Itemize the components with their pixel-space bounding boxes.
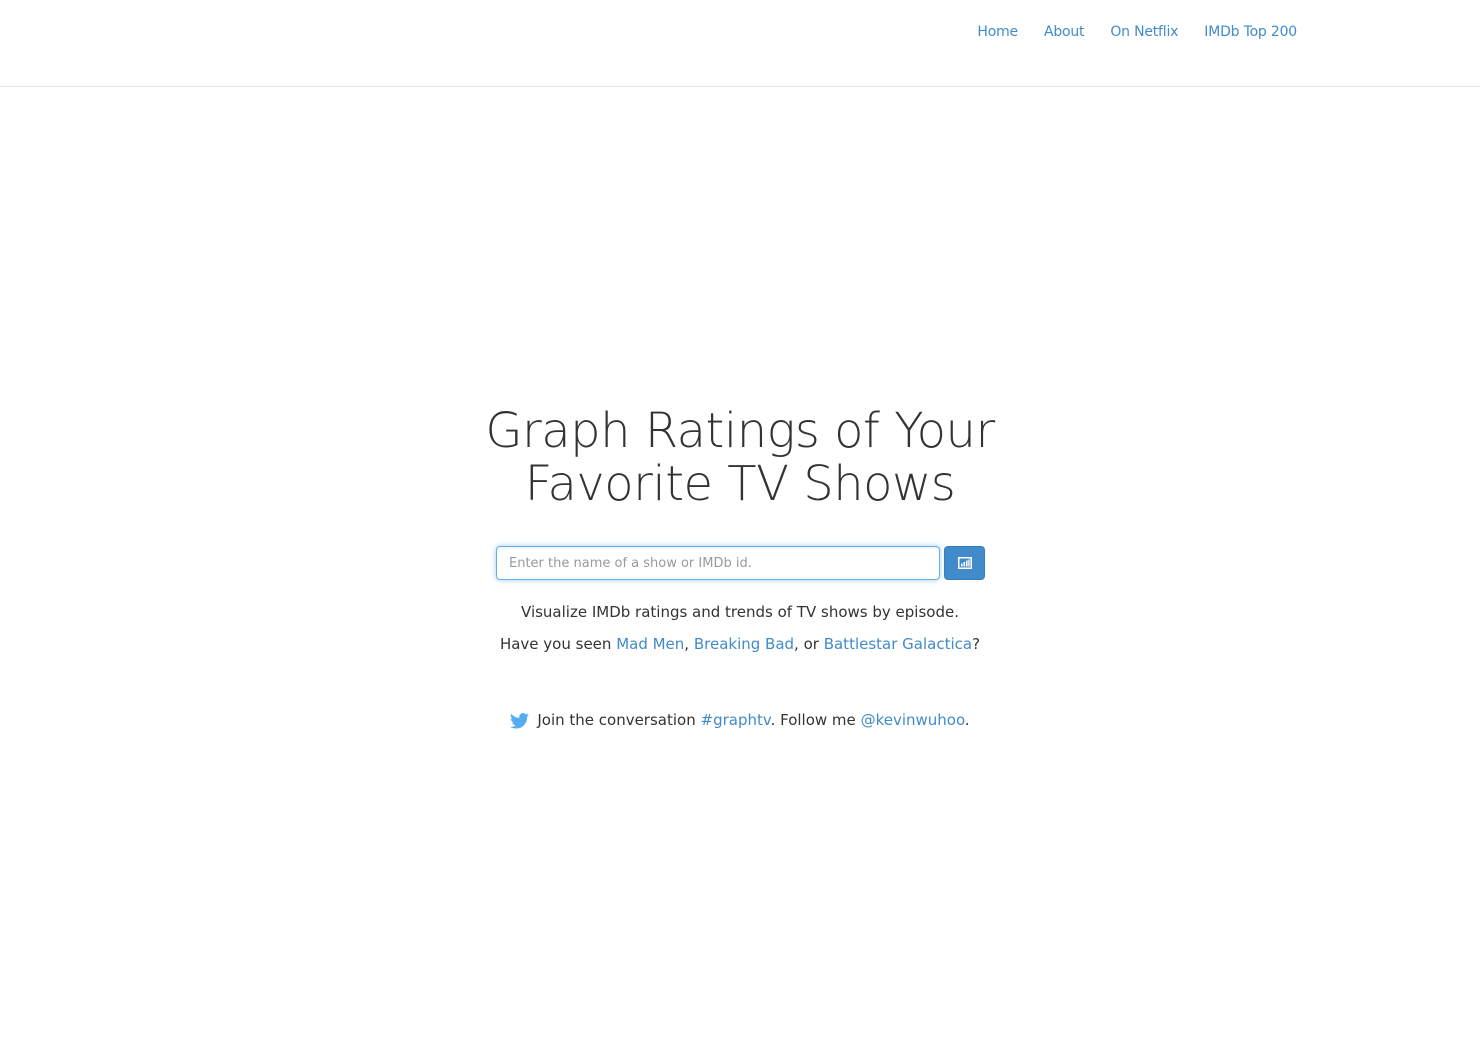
nav-on-netflix-link[interactable]: On Netflix bbox=[1097, 23, 1191, 41]
twitter-handle-link[interactable]: @kevinwuhoo bbox=[861, 711, 965, 729]
navbar: Home About On Netflix IMDb Top 200 bbox=[0, 0, 1480, 87]
follow-text: . Follow me bbox=[770, 711, 856, 729]
bar-chart-icon bbox=[957, 557, 972, 569]
suggestions-suffix: ? bbox=[972, 635, 981, 653]
suggestions: Have you seen Mad Men, Breaking Bad, or … bbox=[0, 634, 1480, 655]
social-end: . bbox=[964, 711, 970, 729]
separator: , bbox=[684, 635, 694, 653]
hashtag-link[interactable]: #graphtv bbox=[701, 711, 771, 729]
page-title: Graph Ratings of Your Favorite TV Shows bbox=[485, 403, 995, 512]
join-text: Join the conversation bbox=[537, 711, 696, 729]
battlestar-galactica-link[interactable]: Battlestar Galactica bbox=[824, 635, 972, 653]
twitter-icon bbox=[510, 712, 530, 729]
hero: Graph Ratings of Your Favorite TV Shows bbox=[0, 405, 1480, 511]
search-form bbox=[496, 546, 985, 580]
nav-about-link[interactable]: About bbox=[1031, 23, 1097, 41]
search-input[interactable] bbox=[496, 546, 940, 580]
search-button[interactable] bbox=[944, 546, 985, 580]
nav-home-link[interactable]: Home bbox=[964, 23, 1031, 41]
nav-menu: Home About On Netflix IMDb Top 200 bbox=[964, 23, 1297, 41]
suggestions-prefix: Have you seen bbox=[499, 635, 617, 653]
breaking-bad-link[interactable]: Breaking Bad bbox=[694, 635, 794, 653]
mad-men-link[interactable]: Mad Men bbox=[616, 635, 684, 653]
social-line: Join the conversation #graphtv. Follow m… bbox=[0, 710, 1480, 731]
separator: , or bbox=[794, 635, 824, 653]
nav-imdb-top-200-link[interactable]: IMDb Top 200 bbox=[1191, 23, 1297, 41]
tagline: Visualize IMDb ratings and trends of TV … bbox=[521, 603, 959, 621]
